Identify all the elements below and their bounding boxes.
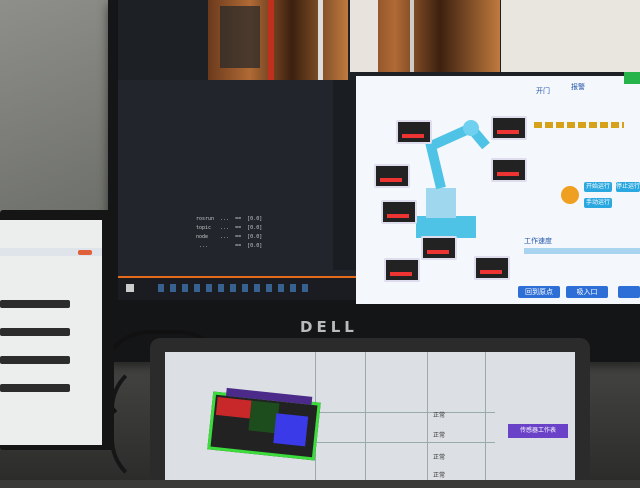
door-label: 开门 <box>536 87 550 95</box>
grid-line <box>315 412 495 413</box>
white-wall <box>350 0 378 72</box>
play-icon[interactable] <box>561 186 579 204</box>
stop-run-button[interactable]: 停止运行 <box>616 182 640 192</box>
table-cell: 正常 <box>433 412 446 419</box>
node-thumbnail[interactable] <box>396 120 432 144</box>
browser-button[interactable] <box>78 250 92 255</box>
table-cell: 正常 <box>433 472 446 479</box>
table-cell: 正常 <box>433 432 446 439</box>
left-laptop-screen <box>0 220 102 445</box>
node-thumbnail[interactable] <box>374 164 410 188</box>
start-icon[interactable] <box>126 284 134 292</box>
highlight-box[interactable] <box>207 387 321 461</box>
manual-run-button[interactable]: 手动运行 <box>584 198 612 208</box>
windows-taskbar[interactable] <box>118 276 356 300</box>
list-row[interactable] <box>0 384 70 392</box>
grid-line <box>427 352 428 480</box>
node-thumbnail[interactable] <box>381 200 417 224</box>
pole-white <box>410 0 414 72</box>
status-text-row <box>534 122 624 128</box>
speed-label: 工作速度 <box>524 237 552 245</box>
list-row[interactable] <box>0 300 70 308</box>
list-row[interactable] <box>0 328 70 336</box>
node-thumbnail[interactable] <box>491 158 527 182</box>
node-thumbnail[interactable] <box>421 236 457 260</box>
blue-tile <box>273 413 309 447</box>
robot-arm-segments <box>425 121 490 190</box>
list-row[interactable] <box>0 356 70 364</box>
grid-line <box>365 352 366 480</box>
robot-body <box>426 188 456 218</box>
robot-base <box>416 216 476 238</box>
alarm-label: 报警 <box>571 83 585 91</box>
purple-tag[interactable]: 传感器工作表 <box>508 424 568 438</box>
robot-joint <box>463 120 479 136</box>
node-thumbnail[interactable] <box>474 256 510 280</box>
robot-control-app: 开门 报警 开始运行 停止运行 手动运行 工作速度 回到原点 吸入口 <box>356 72 640 304</box>
inlet-button[interactable]: 吸入口 <box>566 286 608 298</box>
node-thumbnail[interactable] <box>384 258 420 282</box>
speed-row-bar <box>524 248 640 254</box>
start-run-button[interactable]: 开始运行 <box>584 182 612 192</box>
terminal-output: rosrun ... == [0.0] topic ... == [0.0] n… <box>196 216 263 249</box>
video-pane-wall <box>501 0 640 72</box>
dell-logo: DELL <box>300 318 358 336</box>
node-thumbnail[interactable] <box>491 116 527 140</box>
rack-shape <box>220 6 260 68</box>
grid-line <box>315 442 495 443</box>
taskbar-app-icons[interactable] <box>158 284 308 292</box>
red-tile <box>215 397 252 419</box>
table-cell: 正常 <box>433 454 446 461</box>
return-origin-button[interactable]: 回到原点 <box>518 286 560 298</box>
extra-button[interactable] <box>618 286 640 298</box>
grid-line <box>485 352 486 480</box>
editor-gutter <box>333 80 357 270</box>
video-pane-right <box>350 0 500 72</box>
status-indicator <box>624 72 640 84</box>
